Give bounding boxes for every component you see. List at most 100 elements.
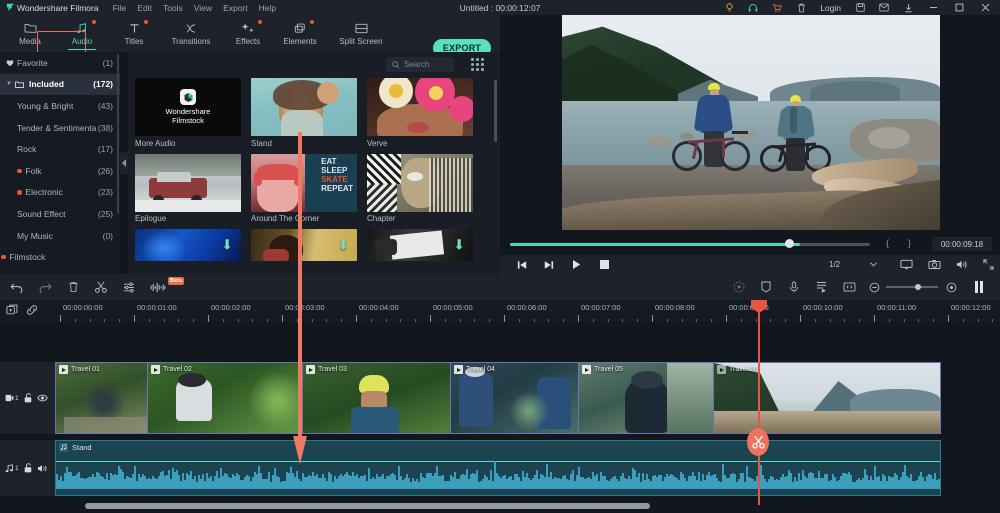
playhead[interactable] [751,300,767,505]
zoom-slider-track[interactable] [886,286,938,288]
media-item-epilogue[interactable]: Epilogue [135,153,241,223]
menu-help[interactable]: Help [259,3,276,13]
audio-category-sidebar[interactable]: Favorite (1) ▼ Included (172) Young & Br… [0,52,120,274]
media-item-chapter[interactable]: Chapter [367,153,473,223]
tab-media[interactable]: Media [4,16,56,51]
trash-icon[interactable] [789,0,813,15]
video-track-header[interactable]: 1 [0,362,55,434]
delete-button[interactable] [62,274,84,300]
split-scissors-button[interactable] [90,274,112,300]
sidebar-item-sound-effect[interactable]: Sound Effect (25) [0,203,120,225]
unlock-icon[interactable] [24,463,32,473]
sidebar-item-tender-sentimental[interactable]: Tender & Sentimenta (38) [0,117,120,139]
sidebar-item-folk[interactable]: Folk (26) [0,160,120,182]
clip-travel-05[interactable]: Travel 05 [578,362,713,434]
audio-track-header[interactable]: 1 [0,440,55,496]
speaker-icon[interactable] [37,464,48,473]
seek-handle[interactable] [785,239,794,248]
grid-view-icon[interactable] [471,58,484,71]
add-media-icon[interactable] [6,304,18,319]
audio-beat-button[interactable] [146,274,170,300]
eye-icon[interactable] [36,394,48,402]
seek-track[interactable] [510,243,870,246]
media-item-stand[interactable]: Stand [251,78,357,148]
prev-frame-button[interactable] [512,255,532,274]
pause-bars-icon[interactable] [975,281,983,293]
sidebar-item-my-music[interactable]: My Music (0) [0,225,120,247]
snapshot-button[interactable] [924,255,944,274]
media-item-row3-2[interactable]: ⬇ [251,229,357,261]
crop-button[interactable] [838,274,860,300]
stop-button[interactable] [594,255,614,274]
media-item-row3-1[interactable]: ⬇ [135,229,241,261]
zoom-slider-handle[interactable] [915,283,921,290]
expand-button[interactable] [978,255,998,274]
clip-travel-02[interactable]: Travel 02 [147,362,302,434]
clip-travel-06[interactable]: Travel 06 [713,362,941,434]
headset-icon[interactable] [741,0,765,15]
marker-button[interactable] [755,274,777,300]
scissors-icon[interactable] [747,428,769,456]
record-voice-button[interactable] [783,274,805,300]
download-icon[interactable]: ⬇ [453,237,465,254]
clip-travel-03[interactable]: Travel 03 [302,362,450,434]
mark-out-button[interactable]: } [908,238,911,248]
media-item-around-the-corner[interactable]: EAT SLEEP SKATE REPEAT Around The Corner [251,153,357,223]
minimize-button[interactable] [920,0,946,15]
menu-edit[interactable]: Edit [137,3,152,13]
playback-quality-select[interactable]: 1/2 [824,258,882,271]
download-icon[interactable]: ⬇ [221,237,233,254]
tab-elements[interactable]: Elements [274,16,326,51]
media-scrollbar[interactable] [494,80,497,142]
menu-export[interactable]: Export [223,3,248,13]
adjust-sliders-button[interactable] [118,274,140,300]
zoom-out-button[interactable] [864,274,884,300]
timeline-horizontal-scrollbar[interactable] [85,503,650,509]
clip-travel-01[interactable]: Travel 01 [55,362,147,434]
sidebar-item-electronic[interactable]: Electronic (23) [0,182,120,204]
video-track[interactable]: Travel 01 Travel 02 Travel 03 Travel 04 … [55,362,941,434]
login-button[interactable]: Login [813,3,848,13]
search-input[interactable]: Search [386,57,454,72]
fullscreen-monitor-button[interactable] [896,255,916,274]
video-preview[interactable] [562,15,940,230]
menu-file[interactable]: File [113,3,127,13]
media-item-row3-3[interactable]: ⬇ [367,229,473,261]
cart-icon[interactable] [765,0,789,15]
sidebar-collapse-button[interactable] [120,152,128,174]
download-icon[interactable]: ⬇ [337,237,349,254]
undo-button[interactable] [6,274,28,300]
mail-icon[interactable] [872,0,896,15]
chevron-down-icon[interactable]: ▼ [6,81,15,87]
sidebar-item-included[interactable]: ▼ Included (172) [0,73,120,96]
clip-travel-04[interactable]: Travel 04 [450,362,578,434]
menu-tools[interactable]: Tools [163,3,183,13]
media-item-more-audio[interactable]: Wondershare Filmstock More Audio [135,78,241,148]
download-icon[interactable] [896,0,920,15]
sidebar-item-favorite[interactable]: Favorite (1) [0,52,120,74]
tab-titles[interactable]: Titles [108,16,160,51]
zoom-fit-button[interactable] [941,274,961,300]
lightbulb-icon[interactable] [717,0,741,15]
sidebar-item-young-bright[interactable]: Young & Bright (43) [0,95,120,117]
tab-audio[interactable]: Audio [56,16,108,51]
audio-mixer-button[interactable] [810,274,832,300]
next-frame-button[interactable] [538,255,558,274]
maximize-button[interactable] [946,0,972,15]
sidebar-scrollbar[interactable] [117,54,119,214]
timeline-ruler[interactable]: 00:00:00:00 00:00:01:00 00:00:02:00 00:00:0… [0,300,1000,322]
menu-view[interactable]: View [194,3,212,13]
volume-button[interactable] [952,255,972,274]
sidebar-item-rock[interactable]: Rock (17) [0,138,120,160]
close-button[interactable] [972,0,998,15]
render-preview-button[interactable] [728,274,750,300]
link-icon[interactable] [26,304,38,319]
mark-in-button[interactable]: { [886,238,889,248]
sidebar-item-filmstock[interactable]: Filmstock [0,246,120,268]
audio-clip-stand[interactable]: Stand [55,440,941,496]
redo-button[interactable] [34,274,56,300]
tab-effects[interactable]: Effects [222,16,274,51]
play-button[interactable] [566,255,586,274]
save-icon[interactable] [848,0,872,15]
media-item-verve[interactable]: Verve [367,78,473,148]
